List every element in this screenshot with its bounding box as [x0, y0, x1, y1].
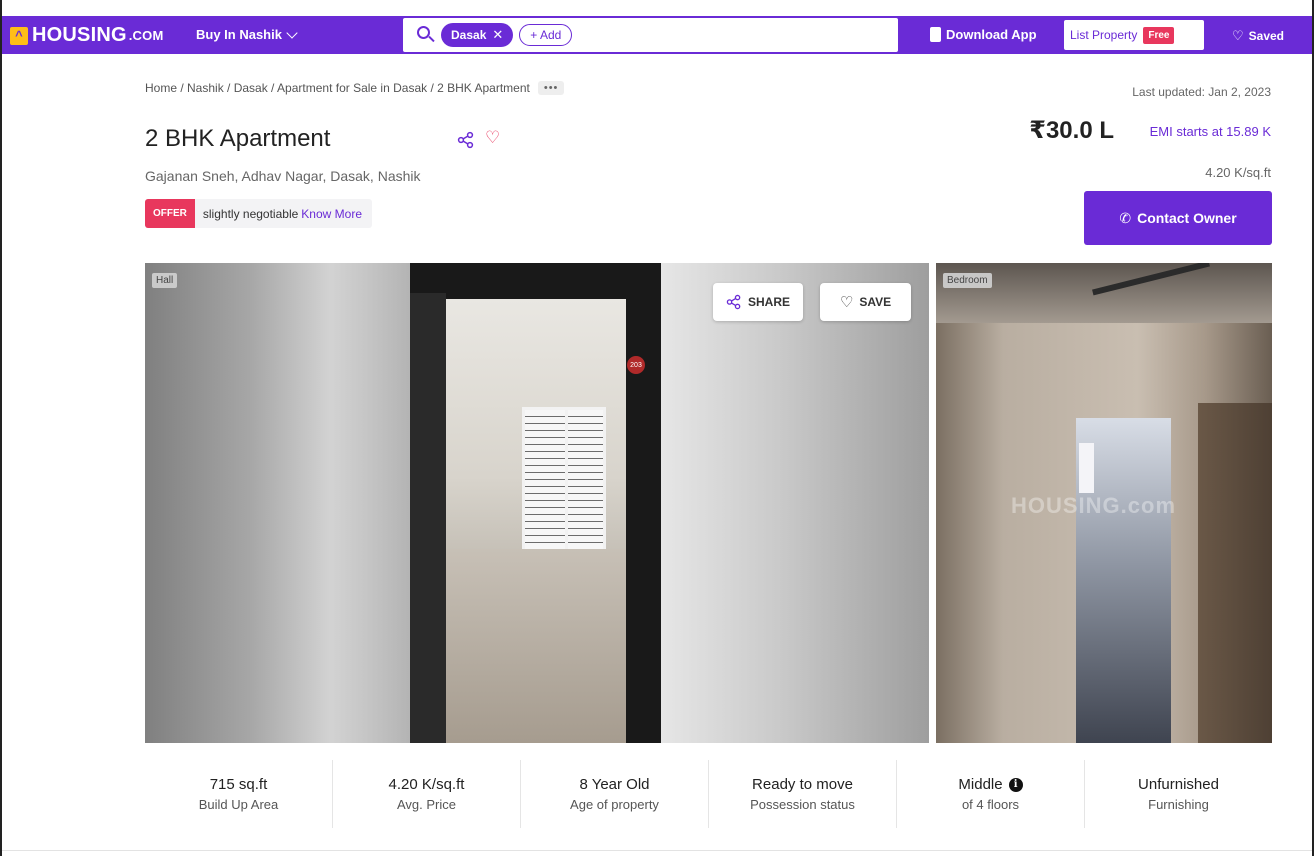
stat-avg-price: 4.20 K/sq.ft Avg. Price — [333, 760, 521, 828]
room-view — [440, 299, 626, 743]
share-icon[interactable] — [457, 131, 475, 149]
contact-owner-button[interactable]: ✆ Contact Owner — [1084, 191, 1272, 245]
stat-possession: Ready to move Possession status — [709, 760, 897, 828]
door-photo — [410, 263, 661, 743]
property-stats: 715 sq.ft Build Up Area 4.20 K/sq.ft Avg… — [145, 760, 1272, 828]
watermark: HOUSING.com — [1011, 493, 1177, 518]
saved-link[interactable]: ♡ Saved — [1232, 28, 1284, 44]
close-icon[interactable]: ✕ — [492, 27, 503, 43]
city-selector[interactable]: Buy In Nashik — [196, 26, 298, 42]
add-location-button[interactable]: + Add — [519, 24, 573, 46]
city-label: Buy In Nashik — [196, 27, 282, 42]
info-icon[interactable]: i — [1008, 777, 1023, 792]
door-number-badge: 203 — [627, 356, 645, 374]
stat-value: 8 Year Old — [579, 776, 650, 793]
stat-label: Avg. Price — [396, 797, 456, 812]
floor — [440, 549, 626, 743]
photo-label-bedroom: Bedroom — [943, 273, 992, 288]
save-button[interactable]: ♡ SAVE — [820, 283, 911, 321]
window — [522, 407, 606, 557]
breadcrumb: Home / Nashik / Dasak / Apartment for Sa… — [145, 81, 565, 95]
main-photo[interactable]: 203 Hall SHARE ♡ SAVE — [145, 263, 929, 743]
property-price: ₹30.0 L — [1029, 117, 1114, 144]
heart-icon: ♡ — [1232, 28, 1244, 43]
download-app-link[interactable]: Download App — [930, 27, 1037, 42]
favorite-heart-icon[interactable]: ♡ — [485, 128, 500, 148]
search-bar[interactable]: Dasak ✕ + Add — [403, 18, 898, 52]
housing-logo[interactable]: ^ HOUSING .COM — [10, 24, 164, 47]
stat-label: of 4 floors — [961, 797, 1020, 812]
navbar: ^ HOUSING .COM Buy In Nashik Dasak ✕ + A… — [0, 16, 1314, 54]
stat-age: 8 Year Old Age of property — [521, 760, 709, 828]
emi-link[interactable]: EMI starts at 15.89 K — [1150, 124, 1271, 139]
divider — [2, 850, 1312, 851]
property-address: Gajanan Sneh, Adhav Nagar, Dasak, Nashik — [145, 168, 421, 184]
logo-suffix: .COM — [128, 28, 164, 43]
side-photo-bedroom[interactable]: HOUSING.com Bedroom — [936, 263, 1272, 743]
list-property-label: List Property — [1070, 28, 1138, 42]
stat-label: Build Up Area — [198, 797, 279, 812]
share-icon — [726, 294, 741, 310]
stat-floor: Middle i of 4 floors — [897, 760, 1085, 828]
stat-label: Furnishing — [1148, 797, 1209, 812]
share-label: SHARE — [747, 295, 790, 309]
know-more-link[interactable]: Know More — [301, 207, 362, 221]
page-title: 2 BHK Apartment — [145, 125, 331, 152]
share-button[interactable]: SHARE — [713, 283, 803, 321]
phone-call-icon: ✆ — [1119, 209, 1132, 226]
free-badge: Free — [1143, 26, 1175, 44]
door-edge — [410, 293, 446, 743]
contact-owner-label: Contact Owner — [1137, 210, 1237, 226]
photo-label-hall: Hall — [152, 273, 178, 288]
stat-value: Middle — [958, 776, 1003, 793]
logo-chevron-icon: ^ — [10, 26, 28, 45]
stat-build-up-area: 715 sq.ft Build Up Area — [145, 760, 333, 828]
stat-value: 715 sq.ft — [209, 776, 268, 793]
price-per-sqft: 4.20 K/sq.ft — [1205, 165, 1271, 180]
save-label: SAVE — [859, 295, 892, 309]
stat-value: 4.20 K/sq.ft — [388, 776, 465, 793]
stat-floor-value: Middle i — [958, 776, 1023, 793]
stat-value: Ready to move — [752, 776, 853, 793]
ceiling — [936, 263, 1272, 323]
download-app-label: Download App — [946, 27, 1037, 42]
list-property-button[interactable]: List Property Free — [1064, 20, 1204, 50]
offer-text: slightly negotiable — [202, 206, 299, 221]
offer-banner: OFFER slightly negotiable Know More — [145, 199, 372, 228]
chip-label: Dasak — [451, 28, 487, 42]
blurred-left-area — [145, 263, 410, 743]
breadcrumb-path[interactable]: Home / Nashik / Dasak / Apartment for Sa… — [145, 81, 530, 95]
stat-label: Possession status — [750, 797, 855, 812]
breadcrumb-more-button[interactable]: ••• — [537, 81, 565, 95]
wardrobe — [1198, 403, 1272, 743]
search-chip-dasak[interactable]: Dasak ✕ — [441, 23, 514, 47]
stat-label: Age of property — [570, 797, 659, 812]
top-strip: ^ HOUSING .COM Buy In Nashik Dasak ✕ + A… — [0, 0, 1314, 68]
heart-icon: ♡ — [839, 294, 854, 311]
logo-text: HOUSING — [32, 24, 127, 46]
last-updated: Last updated: Jan 2, 2023 — [1132, 85, 1271, 99]
chevron-down-icon — [286, 26, 298, 39]
phone-icon — [930, 27, 941, 42]
saved-label: Saved — [1248, 29, 1285, 43]
search-icon — [417, 26, 435, 44]
blurred-right-area — [661, 263, 929, 743]
stat-value: Unfurnished — [1138, 776, 1219, 793]
stat-furnishing: Unfurnished Furnishing — [1085, 760, 1272, 828]
offer-tag: OFFER — [145, 199, 195, 228]
window — [1079, 443, 1094, 493]
